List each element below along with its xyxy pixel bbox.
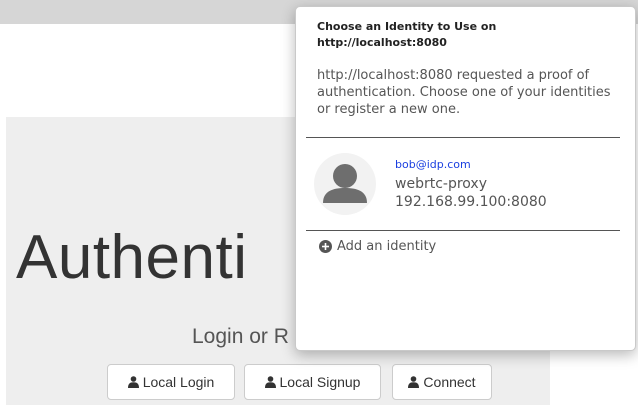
- user-icon: [264, 376, 276, 388]
- divider: [306, 137, 620, 138]
- user-icon: [127, 376, 139, 388]
- page-heading: Authenti: [16, 223, 248, 292]
- add-identity-button[interactable]: Add an identity: [319, 239, 436, 254]
- identity-email: bob@idp.com: [395, 158, 471, 171]
- identity-host: 192.168.99.100:8080: [395, 194, 547, 210]
- add-identity-label: Add an identity: [337, 239, 437, 254]
- local-signup-button[interactable]: Local Signup: [244, 364, 381, 400]
- divider: [306, 230, 620, 231]
- identity-name: webrtc-proxy: [395, 176, 487, 192]
- page-subtitle: Login or R: [192, 325, 289, 348]
- local-login-button[interactable]: Local Login: [107, 364, 235, 400]
- connect-label: Connect: [423, 374, 476, 390]
- avatar-icon: [314, 153, 376, 215]
- popup-title: Choose an Identity to Use on http://loca…: [317, 20, 497, 49]
- local-login-label: Local Login: [142, 374, 215, 390]
- popup-description: http://localhost:8080 requested a proof …: [317, 68, 611, 117]
- identity-item[interactable]: bob@idp.com webrtc-proxy 192.168.99.100:…: [306, 143, 620, 225]
- plus-circle-icon: [319, 240, 332, 253]
- local-signup-label: Local Signup: [279, 374, 361, 390]
- identity-chooser-popup: Choose an Identity to Use on http://loca…: [295, 6, 636, 351]
- user-icon: [408, 376, 420, 388]
- connect-button[interactable]: Connect: [392, 364, 492, 400]
